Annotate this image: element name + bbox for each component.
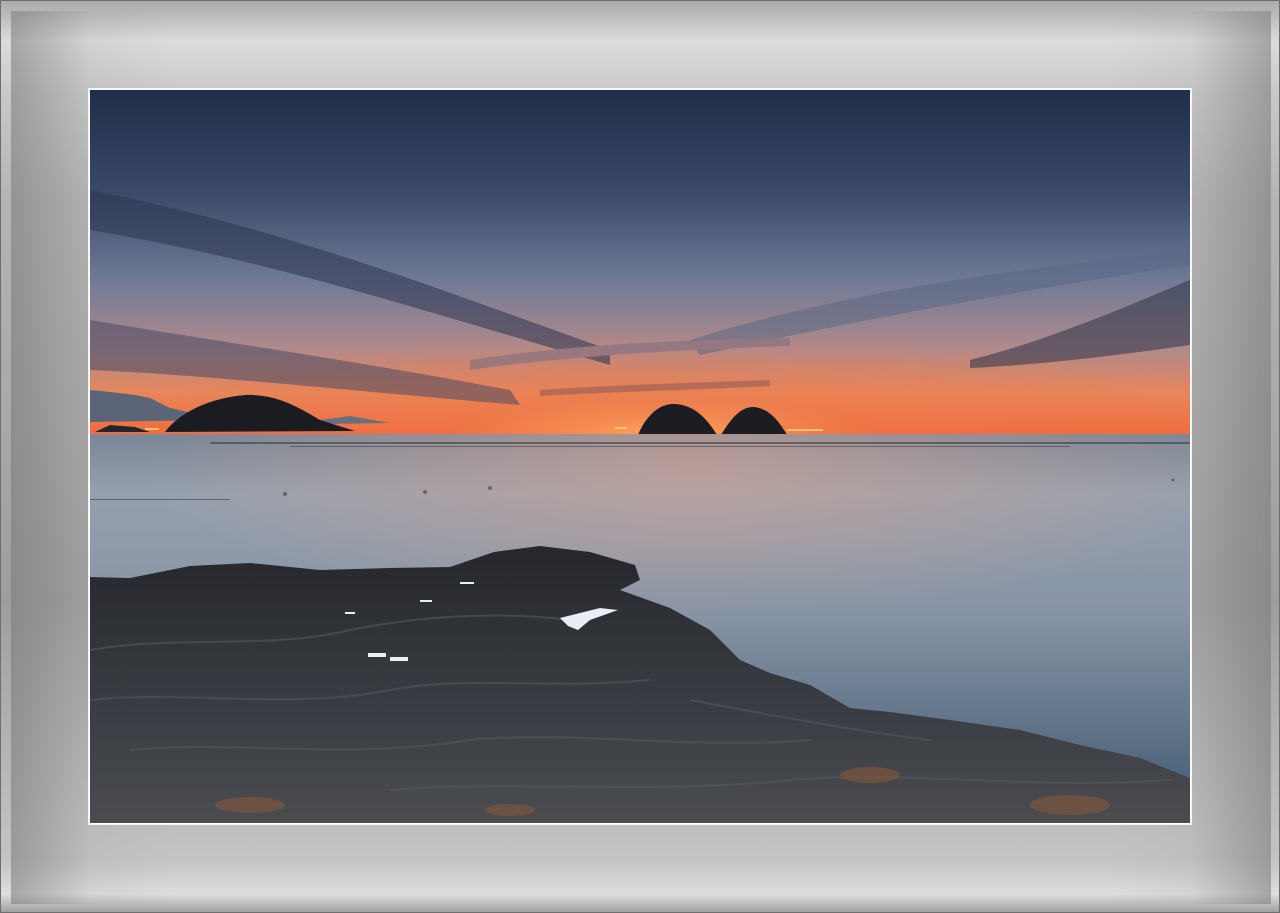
seascape-photo xyxy=(90,90,1190,823)
